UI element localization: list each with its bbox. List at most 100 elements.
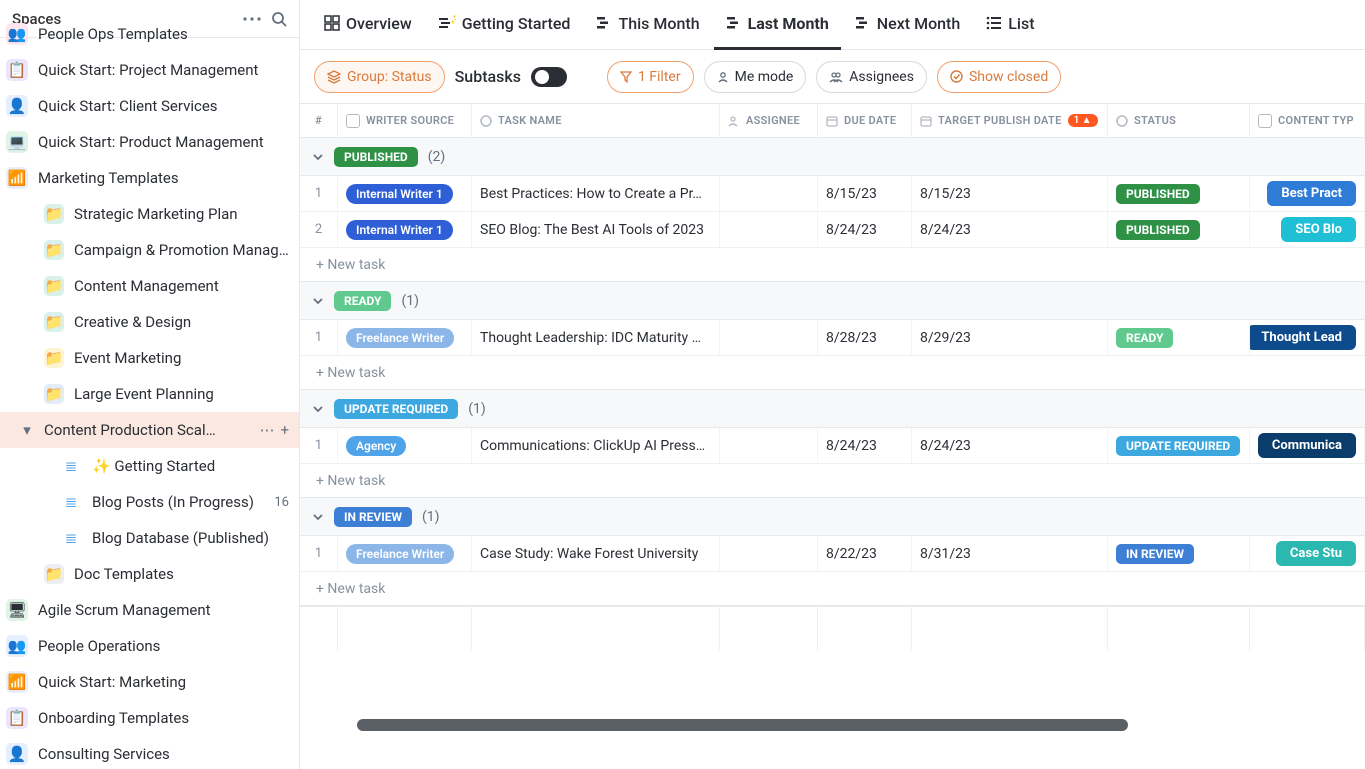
sidebar-item[interactable]: 📋Onboarding Templates [0, 700, 299, 736]
sidebar-item[interactable]: 📁Campaign & Promotion Manage… [0, 232, 299, 268]
chevron-down-icon[interactable] [312, 295, 324, 307]
cell-writer-source[interactable]: Freelance Writer [338, 320, 472, 355]
group-header[interactable]: UPDATE REQUIRED(1) [300, 390, 1365, 428]
col-target-date[interactable]: TARGET PUBLISH DATE1 ▲ [912, 104, 1108, 137]
new-task-button[interactable]: + New task [300, 248, 1365, 282]
col-assignee[interactable]: ASSIGNEE [720, 104, 818, 137]
sidebar-item[interactable]: 👤Quick Start: Client Services [0, 88, 299, 124]
sidebar-item-label: Quick Start: Project Management [38, 61, 289, 79]
col-number[interactable]: # [300, 104, 338, 137]
cell-task-name[interactable]: SEO Blog: The Best AI Tools of 2023 [472, 212, 720, 247]
cell-content-type[interactable]: Best Pract [1250, 176, 1365, 211]
cell-due-date[interactable]: 8/15/23 [818, 176, 912, 211]
cell-target-date[interactable]: 8/24/23 [912, 428, 1108, 463]
col-due-date[interactable]: DUE DATE [818, 104, 912, 137]
show-closed-button[interactable]: Show closed [937, 61, 1061, 93]
sidebar-item[interactable]: 📁Content Management [0, 268, 299, 304]
me-mode-button[interactable]: Me mode [704, 61, 807, 93]
cell-content-type[interactable]: Case Stu [1250, 536, 1365, 571]
table-row[interactable]: 1Freelance WriterThought Leadership: IDC… [300, 320, 1365, 356]
table-row[interactable]: 1Freelance WriterCase Study: Wake Forest… [300, 536, 1365, 572]
sidebar-item[interactable]: 👤Consulting Services [0, 736, 299, 769]
table-row[interactable]: 1AgencyCommunications: ClickUp AI Press…… [300, 428, 1365, 464]
view-tab[interactable]: Last Month [714, 0, 841, 50]
col-status[interactable]: STATUS [1108, 104, 1250, 137]
new-task-button[interactable]: + New task [300, 356, 1365, 390]
sidebar-item[interactable]: ≣Blog Database (Published) [0, 520, 299, 556]
cell-status[interactable]: UPDATE REQUIRED [1108, 428, 1250, 463]
cell-status[interactable]: IN REVIEW [1108, 536, 1250, 571]
sidebar-item[interactable]: ≣✨ Getting Started [0, 448, 299, 484]
assignees-button[interactable]: Assignees [816, 61, 927, 93]
chevron-down-icon[interactable] [312, 511, 324, 523]
cell-due-date[interactable]: 8/22/23 [818, 536, 912, 571]
sidebar-item[interactable]: 📁Doc Templates [0, 556, 299, 592]
group-count: (1) [401, 293, 419, 309]
sidebar-item[interactable]: 📁Event Marketing [0, 340, 299, 376]
filter-button[interactable]: 1 Filter [607, 61, 694, 93]
group-button[interactable]: Group: Status [314, 61, 445, 93]
new-task-button[interactable]: + New task [300, 572, 1365, 606]
chevron-down-icon[interactable]: ▾ [20, 421, 34, 439]
sidebar-item[interactable]: 📶Marketing Templates [0, 160, 299, 196]
view-tab[interactable]: Next Month [843, 0, 972, 50]
sidebar-item[interactable]: 📁Large Event Planning [0, 376, 299, 412]
col-task-name[interactable]: TASK NAME [472, 104, 720, 137]
col-writer-source[interactable]: WRITER SOURCE [338, 104, 472, 137]
sidebar-item[interactable]: 📁Strategic Marketing Plan [0, 196, 299, 232]
cell-target-date[interactable]: 8/24/23 [912, 212, 1108, 247]
cell-status[interactable]: READY [1108, 320, 1250, 355]
cell-assignee[interactable] [720, 176, 818, 211]
cell-due-date[interactable]: 8/24/23 [818, 212, 912, 247]
sidebar-item[interactable]: ≣Blog Posts (In Progress)16 [0, 484, 299, 520]
cell-due-date[interactable]: 8/24/23 [818, 428, 912, 463]
group-header[interactable]: READY(1) [300, 282, 1365, 320]
sidebar-item[interactable]: 📋Quick Start: Project Management [0, 52, 299, 88]
cell-content-type[interactable]: Communica [1250, 428, 1365, 463]
cell-task-name[interactable]: Best Practices: How to Create a Pr… [472, 176, 720, 211]
view-tab[interactable]: ✨Getting Started [426, 0, 583, 50]
cell-content-type[interactable]: Thought Lead [1250, 320, 1365, 355]
view-tab[interactable]: This Month [584, 0, 711, 50]
cell-writer-source[interactable]: Internal Writer 1 [338, 176, 472, 211]
cell-status[interactable]: PUBLISHED [1108, 176, 1250, 211]
group-header[interactable]: PUBLISHED(2) [300, 138, 1365, 176]
sidebar-item[interactable]: 👥People Operations [0, 628, 299, 664]
subtasks-toggle[interactable] [531, 67, 567, 87]
cell-target-date[interactable]: 8/29/23 [912, 320, 1108, 355]
more-icon[interactable]: ⋯ [259, 421, 274, 439]
view-tab[interactable]: List [974, 0, 1046, 50]
sidebar-item[interactable]: 📶Quick Start: Marketing [0, 664, 299, 700]
tab-label: This Month [618, 14, 699, 33]
sidebar-item[interactable]: 💻Quick Start: Product Management [0, 124, 299, 160]
chevron-down-icon[interactable] [312, 151, 324, 163]
cell-task-name[interactable]: Case Study: Wake Forest University [472, 536, 720, 571]
cell-writer-source[interactable]: Internal Writer 1 [338, 212, 472, 247]
cell-writer-source[interactable]: Agency [338, 428, 472, 463]
add-icon[interactable]: + [280, 421, 289, 439]
cell-task-name[interactable]: Thought Leadership: IDC Maturity … [472, 320, 720, 355]
cell-writer-source[interactable]: Freelance Writer [338, 536, 472, 571]
chevron-down-icon[interactable] [312, 403, 324, 415]
table-row[interactable]: 2Internal Writer 1SEO Blog: The Best AI … [300, 212, 1365, 248]
cell-due-date[interactable]: 8/28/23 [818, 320, 912, 355]
cell-status[interactable]: PUBLISHED [1108, 212, 1250, 247]
cell-task-name[interactable]: Communications: ClickUp AI Press… [472, 428, 720, 463]
sidebar-item[interactable]: 📁Creative & Design [0, 304, 299, 340]
sidebar-item[interactable]: ▾Content Production Scal…⋯+ [0, 412, 299, 448]
cell-target-date[interactable]: 8/15/23 [912, 176, 1108, 211]
new-task-button[interactable]: + New task [300, 464, 1365, 498]
cell-assignee[interactable] [720, 428, 818, 463]
group-header[interactable]: IN REVIEW(1) [300, 498, 1365, 536]
cell-content-type[interactable]: SEO Blo [1250, 212, 1365, 247]
horizontal-scrollbar[interactable] [336, 719, 1365, 731]
col-content-type[interactable]: CONTENT TYP [1250, 104, 1365, 137]
cell-target-date[interactable]: 8/31/23 [912, 536, 1108, 571]
sidebar-item[interactable]: 🖥Agile Scrum Management [0, 592, 299, 628]
cell-assignee[interactable] [720, 212, 818, 247]
sidebar-item[interactable]: 👥People Ops Templates [0, 16, 299, 52]
cell-assignee[interactable] [720, 320, 818, 355]
table-row[interactable]: 1Internal Writer 1Best Practices: How to… [300, 176, 1365, 212]
view-tab[interactable]: Overview [312, 0, 424, 50]
cell-assignee[interactable] [720, 536, 818, 571]
